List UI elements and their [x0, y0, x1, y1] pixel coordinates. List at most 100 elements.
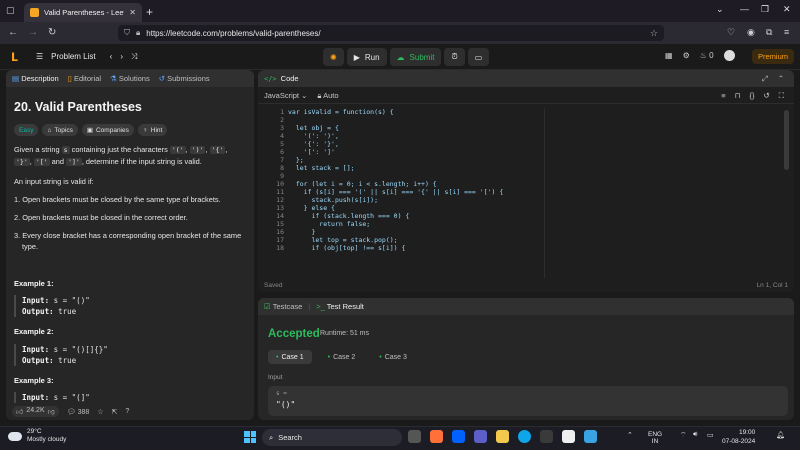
- volume-icon[interactable]: 🔊︎: [693, 431, 697, 439]
- windows-start-icon[interactable]: [244, 431, 256, 443]
- code-line[interactable]: } else {: [288, 204, 778, 212]
- code-line[interactable]: '{': '}',: [288, 140, 778, 148]
- submit-button[interactable]: ☁ Submit: [389, 48, 442, 66]
- tab-editorial[interactable]: ▯ Editorial: [68, 74, 101, 83]
- battery-icon[interactable]: ▭: [707, 431, 714, 439]
- chevron-down-icon[interactable]: ⌄: [716, 4, 724, 15]
- code-line[interactable]: let top = stack.pop();: [288, 236, 778, 244]
- like-button[interactable]: 👍︎ 24.2K 👎︎: [12, 406, 59, 417]
- forward-icon[interactable]: →: [28, 27, 38, 38]
- code-line[interactable]: }: [288, 228, 778, 236]
- menu-icon[interactable]: ≡: [784, 27, 789, 37]
- settings-icon[interactable]: ⚙: [683, 51, 690, 60]
- braces-icon[interactable]: {}: [749, 91, 754, 101]
- close-window-icon[interactable]: ✕: [783, 4, 791, 15]
- code-line[interactable]: for (let i = 0; i < s.length; i++) {: [288, 180, 778, 188]
- share-icon[interactable]: ⇱: [112, 408, 118, 416]
- address-bar[interactable]: ⛉ 🔒︎ https://leetcode.com/problems/valid…: [118, 25, 664, 41]
- extensions-icon[interactable]: ⧉: [766, 27, 772, 38]
- file-explorer-icon[interactable]: [496, 430, 509, 443]
- dropbox-icon[interactable]: [452, 430, 465, 443]
- new-tab-icon[interactable]: +: [146, 5, 153, 19]
- code-line[interactable]: let obj = {: [288, 124, 778, 132]
- problem-list-nav[interactable]: ☰ Problem List ‹ › ⤨: [36, 52, 137, 62]
- help-icon[interactable]: ?: [125, 408, 129, 415]
- tab-submissions[interactable]: ↺ Submissions: [159, 74, 210, 83]
- firefox-icon[interactable]: [430, 430, 443, 443]
- show-hidden-icons[interactable]: ⌃: [627, 431, 633, 439]
- avatar[interactable]: [723, 50, 735, 61]
- account-icon[interactable]: ◉: [747, 27, 755, 38]
- hint-tag[interactable]: ♀ Hint: [137, 124, 168, 136]
- bookmark-star-icon[interactable]: ☆: [650, 28, 658, 39]
- tab-testcase[interactable]: ☑ Testcase: [264, 302, 302, 311]
- code-line[interactable]: if (obj[top] !== s[i]) {: [288, 244, 778, 252]
- code-line[interactable]: [288, 116, 778, 124]
- editor-scrollbar[interactable]: [784, 110, 789, 170]
- minimize-icon[interactable]: —: [740, 4, 749, 14]
- reset-icon[interactable]: ↺: [763, 91, 769, 101]
- companies-tag[interactable]: ▣ Companies: [81, 124, 134, 136]
- tab-list-icon[interactable]: ▢: [6, 5, 15, 16]
- code-line[interactable]: if (stack.length === 0) {: [288, 212, 778, 220]
- code-line[interactable]: '[': ']': [288, 148, 778, 156]
- topics-tag[interactable]: ⌂ Topics: [42, 124, 78, 136]
- browser-tab[interactable]: Valid Parentheses - LeetCode ✕: [24, 3, 142, 22]
- premium-button[interactable]: Premium: [752, 49, 795, 64]
- amazon-icon[interactable]: [562, 430, 575, 443]
- taskbar-search[interactable]: ⌕ Search: [262, 429, 402, 446]
- debug-button[interactable]: ✺: [323, 48, 344, 66]
- collapse-icon[interactable]: ⌃: [778, 74, 784, 84]
- favorite-star-icon[interactable]: ☆: [97, 408, 103, 416]
- language-select[interactable]: JavaScript ⌄: [264, 91, 307, 100]
- code-line[interactable]: '(': ')',: [288, 132, 778, 140]
- next-problem-icon[interactable]: ›: [120, 52, 123, 62]
- thumbs-down-icon[interactable]: 👎︎: [48, 407, 55, 416]
- maximize-icon[interactable]: ⤢: [762, 74, 768, 84]
- store-icon[interactable]: [540, 430, 553, 443]
- close-tab-icon[interactable]: ✕: [129, 8, 136, 17]
- case-2-tab[interactable]: • Case 2: [320, 350, 364, 364]
- notification-icon[interactable]: 🔔︎: [776, 431, 785, 439]
- code-line[interactable]: stack.push(s[i]);: [288, 196, 778, 204]
- app-icon[interactable]: [584, 430, 597, 443]
- streak[interactable]: ♨ 0: [700, 51, 714, 60]
- reload-icon[interactable]: ↻: [48, 27, 56, 38]
- code-line[interactable]: };: [288, 156, 778, 164]
- code-line[interactable]: var isValid = function(s) {: [288, 108, 778, 116]
- fullscreen-icon[interactable]: ⛶: [779, 91, 784, 101]
- case-3-tab[interactable]: • Case 3: [371, 350, 415, 364]
- wifi-icon[interactable]: ⌔: [680, 431, 687, 440]
- timer-button[interactable]: ⏰︎: [444, 48, 465, 66]
- language-indicator[interactable]: ENG IN: [648, 431, 662, 445]
- teams-icon[interactable]: [474, 430, 487, 443]
- run-button[interactable]: ▶ Run: [346, 48, 387, 66]
- auto-mode[interactable]: 🔒︎ Auto: [317, 91, 338, 101]
- line-number: 8: [280, 164, 284, 172]
- format-icon[interactable]: ≡: [721, 91, 725, 101]
- comments-button[interactable]: 💬︎ 388: [67, 408, 90, 416]
- edge-icon[interactable]: [518, 430, 531, 443]
- code-line[interactable]: [288, 172, 778, 180]
- pocket-icon[interactable]: ♡: [727, 27, 735, 38]
- case-1-tab[interactable]: • Case 1: [268, 350, 312, 364]
- prev-problem-icon[interactable]: ‹: [110, 52, 113, 62]
- notes-button[interactable]: ▭: [467, 48, 490, 66]
- shuffle-icon[interactable]: ⤨: [131, 52, 137, 62]
- tab-test-result[interactable]: >_ Test Result: [316, 302, 364, 311]
- tab-description[interactable]: ▤ Description: [12, 74, 59, 83]
- task-view-icon[interactable]: [408, 430, 421, 443]
- restore-icon[interactable]: ❐: [761, 4, 769, 15]
- code-line[interactable]: let stack = [];: [288, 164, 778, 172]
- back-icon[interactable]: ←: [8, 27, 18, 38]
- layout-icon[interactable]: ▦: [665, 51, 673, 60]
- tab-solutions[interactable]: ⚗ Solutions: [110, 74, 150, 83]
- bookmark-icon[interactable]: ⊓: [735, 91, 741, 101]
- code-line[interactable]: if (s[i] === '(' || s[i] === '{' || s[i]…: [288, 188, 778, 196]
- clock[interactable]: 19:00 07-08-2024: [722, 428, 755, 446]
- line-number: 5: [280, 140, 284, 148]
- weather-widget[interactable]: 29°C Mostly cloudy: [8, 428, 66, 444]
- code-line[interactable]: return false;: [288, 220, 778, 228]
- code-editor[interactable]: var isValid = function(s) { let obj = { …: [288, 108, 778, 252]
- leetcode-logo-icon[interactable]: ᒪ: [11, 51, 23, 64]
